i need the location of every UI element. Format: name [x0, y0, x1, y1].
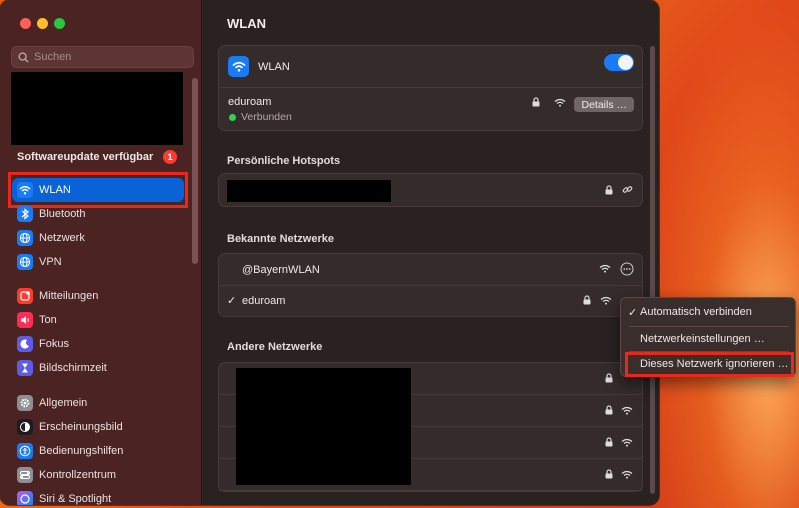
globe-icon: [17, 254, 33, 270]
menu-separator: [629, 326, 789, 327]
redacted-account-area[interactable]: [11, 72, 183, 145]
sidebar-item-erscheinungsbild[interactable]: Erscheinungsbild: [12, 415, 184, 439]
wifi-signal-icon: [621, 406, 633, 418]
wifi-signal-icon: [621, 470, 633, 482]
gear-icon: [17, 395, 33, 411]
sidebar-item-label: Erscheinungsbild: [39, 421, 123, 433]
sidebar-item-allgemein[interactable]: Allgemein: [12, 391, 184, 415]
network-name: eduroam: [242, 295, 286, 307]
wifi-signal-icon: [621, 438, 633, 450]
sidebar-item-ton[interactable]: Ton: [12, 308, 184, 332]
lock-icon: [605, 373, 613, 386]
moon-icon: [17, 336, 33, 352]
globe-icon: [17, 230, 33, 246]
toggle-knob: [618, 55, 633, 70]
bell-icon: [17, 288, 33, 304]
sidebar-item-label: Netzwerk: [39, 232, 85, 244]
more-options-icon[interactable]: [620, 262, 634, 279]
forget-network-highlight-box: [625, 352, 794, 377]
menu-item-auto-connect[interactable]: ✓ Automatisch verbinden: [621, 302, 795, 322]
network-name: @BayernWLAN: [242, 264, 320, 276]
menu-item-label: Automatisch verbinden: [640, 306, 752, 318]
search-field[interactable]: [11, 46, 194, 68]
sidebar-item-bildschirmzeit[interactable]: Bildschirmzeit: [12, 356, 184, 380]
sidebar: Softwareupdate verfügbar 1 WLAN Bluetoot…: [0, 0, 202, 505]
search-input[interactable]: [34, 51, 184, 63]
other-networks-card: [218, 362, 643, 492]
speaker-icon: [17, 312, 33, 328]
control-center-icon: [17, 467, 33, 483]
system-settings-window: Softwareupdate verfügbar 1 WLAN Bluetoot…: [0, 0, 659, 505]
lock-icon: [605, 185, 613, 198]
sidebar-item-bedienungshilfen[interactable]: Bedienungshilfen: [12, 439, 184, 463]
wlan-label: WLAN: [258, 61, 290, 73]
main-scrollbar[interactable]: [650, 46, 655, 494]
sidebar-item-bluetooth[interactable]: Bluetooth: [12, 202, 184, 226]
connected-network-name: eduroam: [228, 96, 272, 108]
known-networks-heading: Bekannte Netzwerke: [227, 233, 334, 245]
wifi-signal-icon: [600, 296, 612, 308]
sidebar-item-kontrollzentrum[interactable]: Kontrollzentrum: [12, 463, 184, 487]
bluetooth-icon: [17, 206, 33, 222]
checkmark-icon: ✓: [628, 306, 638, 319]
menu-item-network-settings[interactable]: Netzwerkeinstellungen …: [621, 329, 795, 349]
close-window-button[interactable]: [20, 18, 31, 29]
link-icon: [622, 184, 633, 198]
sidebar-item-mitteilungen[interactable]: Mitteilungen: [12, 284, 184, 308]
sidebar-item-label: Allgemein: [39, 397, 88, 409]
status-dot: [229, 114, 236, 121]
wlan-toggle[interactable]: [604, 54, 634, 71]
other-networks-heading: Andere Netzwerke: [227, 341, 323, 353]
update-badge: 1: [163, 150, 177, 164]
sidebar-scrollbar[interactable]: [192, 78, 198, 264]
sidebar-item-label: Bluetooth: [39, 208, 86, 220]
accessibility-icon: [17, 443, 33, 459]
sidebar-item-label: Ton: [39, 314, 57, 326]
software-update-row[interactable]: Softwareupdate verfügbar 1: [17, 150, 177, 164]
wifi-signal-icon: [599, 264, 611, 276]
lock-icon: [583, 295, 591, 308]
sidebar-item-label: Siri & Spotlight: [39, 493, 112, 505]
software-update-label: Softwareupdate verfügbar: [17, 151, 154, 163]
appearance-icon: [17, 419, 33, 435]
sidebar-item-label: VPN: [39, 256, 62, 268]
lock-icon: [605, 469, 613, 482]
connected-network-row: eduroam Verbunden Details …: [219, 88, 642, 132]
menu-item-label: Netzwerkeinstellungen …: [640, 333, 765, 345]
redacted-hotspot-name: [227, 180, 391, 202]
sidebar-item-label: Mitteilungen: [39, 290, 99, 302]
hotspots-card: [218, 173, 643, 207]
sidebar-item-label: Bedienungshilfen: [39, 445, 124, 457]
details-button[interactable]: Details …: [574, 97, 634, 112]
hourglass-icon: [17, 360, 33, 376]
hotspots-heading: Persönliche Hotspots: [227, 155, 341, 167]
wifi-signal-icon: [554, 98, 566, 110]
page-title: WLAN: [227, 16, 266, 31]
wlan-card: WLAN eduroam Verbunden Details …: [218, 45, 643, 131]
main-panel: WLAN WLAN eduroam Verbunden Details … Pe…: [203, 0, 659, 505]
wlan-toggle-row: WLAN: [219, 46, 642, 88]
sidebar-item-vpn[interactable]: VPN: [12, 250, 184, 274]
known-network-row[interactable]: ✓ eduroam: [219, 286, 642, 317]
sidebar-item-label: Fokus: [39, 338, 69, 350]
zoom-window-button[interactable]: [54, 18, 65, 29]
wifi-icon: [228, 56, 249, 77]
redacted-network-names: [236, 368, 411, 485]
known-network-row[interactable]: @BayernWLAN: [219, 254, 642, 286]
known-networks-card: @BayernWLAN ✓ eduroam: [218, 253, 643, 317]
lock-icon: [532, 97, 540, 110]
sidebar-item-netzwerk[interactable]: Netzwerk: [12, 226, 184, 250]
sidebar-item-label: Kontrollzentrum: [39, 469, 117, 481]
connection-status: Verbunden: [241, 111, 292, 123]
search-icon: [18, 51, 29, 63]
sidebar-item-label: Bildschirmzeit: [39, 362, 107, 374]
desktop-wallpaper: [640, 0, 799, 508]
sidebar-item-fokus[interactable]: Fokus: [12, 332, 184, 356]
sidebar-item-siri-spotlight[interactable]: Siri & Spotlight: [12, 487, 184, 505]
lock-icon: [605, 437, 613, 450]
siri-icon: [17, 491, 33, 505]
minimize-window-button[interactable]: [37, 18, 48, 29]
checkmark-icon: ✓: [227, 295, 237, 307]
lock-icon: [605, 405, 613, 418]
